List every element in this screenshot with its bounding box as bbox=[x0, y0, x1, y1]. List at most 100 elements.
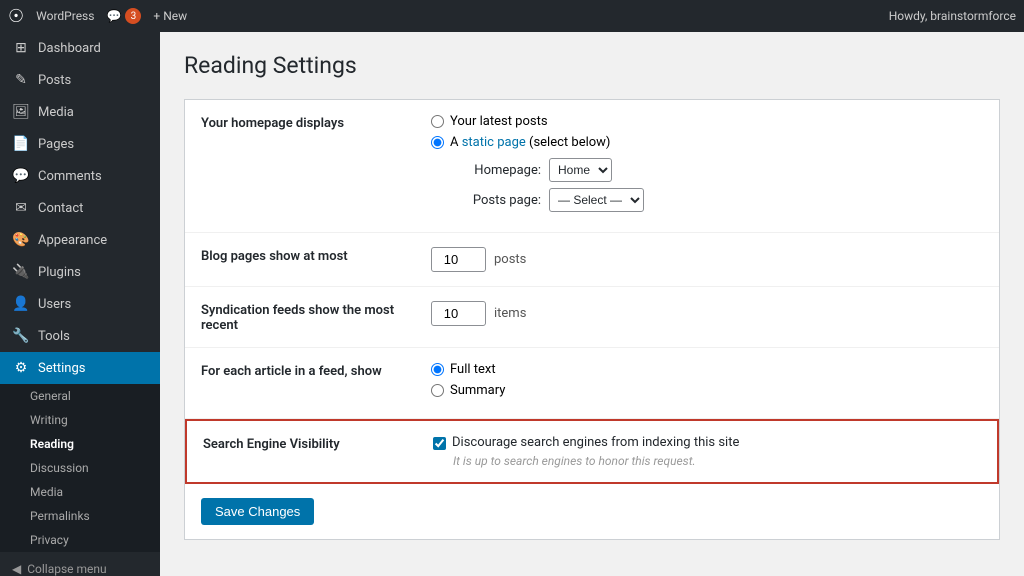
dashboard-icon: ⊞ bbox=[12, 40, 30, 56]
syndication-row: Syndication feeds show the most recent 1… bbox=[185, 287, 999, 348]
sidebar-label-users: Users bbox=[38, 297, 71, 312]
sidebar-item-comments[interactable]: 💬 Comments bbox=[0, 160, 160, 192]
sidebar-item-users[interactable]: 👤 Users bbox=[0, 288, 160, 320]
sidebar-item-plugins[interactable]: 🔌 Plugins bbox=[0, 256, 160, 288]
syndication-control: 10 items bbox=[431, 301, 983, 326]
summary-radio[interactable] bbox=[431, 384, 444, 397]
save-row: Save Changes bbox=[185, 484, 999, 539]
blog-pages-input-group: 10 posts bbox=[431, 247, 983, 272]
sidebar-item-contact[interactable]: ✉ Contact bbox=[0, 192, 160, 224]
sidebar-sub-writing[interactable]: Writing bbox=[0, 408, 160, 432]
feed-article-row: For each article in a feed, show Full te… bbox=[185, 348, 999, 419]
blog-pages-label: Blog pages show at most bbox=[201, 247, 431, 264]
settings-submenu: General Writing Reading Discussion Media… bbox=[0, 384, 160, 552]
full-text-label[interactable]: Full text bbox=[450, 362, 496, 377]
new-content-button[interactable]: + New bbox=[153, 9, 187, 23]
contact-icon: ✉ bbox=[12, 200, 30, 216]
sidebar-item-media[interactable]: 🖼 Media bbox=[0, 96, 160, 128]
sidebar-label-appearance: Appearance bbox=[38, 233, 107, 248]
latest-posts-label[interactable]: Your latest posts bbox=[450, 114, 548, 129]
appearance-icon: 🎨 bbox=[12, 232, 30, 248]
settings-form: Your homepage displays Your latest posts… bbox=[184, 99, 1000, 540]
sidebar-item-appearance[interactable]: 🎨 Appearance bbox=[0, 224, 160, 256]
search-engine-checkbox-group: Discourage search engines from indexing … bbox=[433, 435, 981, 450]
user-greeting: Howdy, brainstormforce bbox=[889, 9, 1016, 23]
blog-pages-row: Blog pages show at most 10 posts bbox=[185, 233, 999, 287]
summary-option: Summary bbox=[431, 383, 983, 398]
sidebar-label-settings: Settings bbox=[38, 361, 85, 376]
sidebar-sub-media[interactable]: Media bbox=[0, 480, 160, 504]
syndication-label: Syndication feeds show the most recent bbox=[201, 301, 431, 333]
search-engine-checkbox-label[interactable]: Discourage search engines from indexing … bbox=[452, 435, 739, 450]
media-icon: 🖼 bbox=[12, 104, 30, 120]
homepage-display-label: Your homepage displays bbox=[201, 114, 431, 131]
sidebar-item-settings[interactable]: ⚙ Settings bbox=[0, 352, 160, 384]
sidebar-item-dashboard[interactable]: ⊞ Dashboard bbox=[0, 32, 160, 64]
settings-icon: ⚙ bbox=[12, 360, 30, 376]
feed-article-control: Full text Summary bbox=[431, 362, 983, 404]
sidebar-label-dashboard: Dashboard bbox=[38, 41, 101, 56]
homepage-display-control: Your latest posts A static page (select … bbox=[431, 114, 983, 218]
search-engine-control: Discourage search engines from indexing … bbox=[433, 435, 981, 468]
homepage-select-label: Homepage: bbox=[451, 163, 541, 178]
homepage-select-row: Homepage: Home bbox=[451, 158, 983, 182]
homepage-display-row: Your homepage displays Your latest posts… bbox=[185, 100, 999, 233]
static-page-link[interactable]: static page bbox=[462, 135, 526, 150]
save-changes-button[interactable]: Save Changes bbox=[201, 498, 314, 525]
feed-article-label: For each article in a feed, show bbox=[201, 362, 431, 379]
users-icon: 👤 bbox=[12, 296, 30, 312]
sidebar: ⊞ Dashboard ✎ Posts 🖼 Media 📄 Pages 💬 Co… bbox=[0, 32, 160, 576]
sidebar-label-pages: Pages bbox=[38, 137, 74, 152]
wp-logo-icon[interactable]: ☉ bbox=[8, 6, 24, 27]
static-page-radio[interactable] bbox=[431, 136, 444, 149]
comment-icon: 💬 bbox=[106, 9, 121, 23]
sidebar-sub-discussion[interactable]: Discussion bbox=[0, 456, 160, 480]
full-text-radio[interactable] bbox=[431, 363, 444, 376]
sidebar-label-posts: Posts bbox=[38, 73, 71, 88]
blog-pages-unit: posts bbox=[494, 252, 526, 267]
blog-pages-control: 10 posts bbox=[431, 247, 983, 272]
search-engine-hint: It is up to search engines to honor this… bbox=[453, 454, 981, 468]
static-page-option: A static page (select below) bbox=[431, 135, 983, 150]
sidebar-sub-reading[interactable]: Reading bbox=[0, 432, 160, 456]
sidebar-label-plugins: Plugins bbox=[38, 265, 81, 280]
summary-label[interactable]: Summary bbox=[450, 383, 505, 398]
sidebar-item-tools[interactable]: 🔧 Tools bbox=[0, 320, 160, 352]
posts-page-select-row: Posts page: — Select — bbox=[451, 188, 983, 212]
page-selectors: Homepage: Home Posts page: — Select — bbox=[451, 158, 983, 212]
main-content: Reading Settings Your homepage displays … bbox=[160, 32, 1024, 576]
comment-count-badge[interactable]: 💬 3 bbox=[106, 8, 141, 24]
full-text-option: Full text bbox=[431, 362, 983, 377]
sidebar-label-comments: Comments bbox=[38, 169, 102, 184]
blog-pages-input[interactable]: 10 bbox=[431, 247, 486, 272]
collapse-menu-button[interactable]: ◀ Collapse menu bbox=[0, 552, 160, 576]
plugins-icon: 🔌 bbox=[12, 264, 30, 280]
sidebar-sub-general[interactable]: General bbox=[0, 384, 160, 408]
sidebar-item-pages[interactable]: 📄 Pages bbox=[0, 128, 160, 160]
search-engine-label: Search Engine Visibility bbox=[203, 435, 433, 452]
sidebar-label-contact: Contact bbox=[38, 201, 83, 216]
homepage-select[interactable]: Home bbox=[549, 158, 612, 182]
site-name[interactable]: WordPress bbox=[36, 9, 94, 23]
sidebar-label-media: Media bbox=[38, 105, 74, 120]
posts-page-select[interactable]: — Select — bbox=[549, 188, 644, 212]
posts-icon: ✎ bbox=[12, 72, 30, 88]
collapse-icon: ◀ bbox=[12, 562, 21, 576]
syndication-unit: items bbox=[494, 306, 526, 321]
sidebar-sub-permalinks[interactable]: Permalinks bbox=[0, 504, 160, 528]
sidebar-sub-privacy[interactable]: Privacy bbox=[0, 528, 160, 552]
posts-page-select-label: Posts page: bbox=[451, 193, 541, 208]
search-engine-checkbox[interactable] bbox=[433, 437, 446, 450]
syndication-input[interactable]: 10 bbox=[431, 301, 486, 326]
page-title: Reading Settings bbox=[184, 52, 1000, 79]
sidebar-label-tools: Tools bbox=[38, 329, 70, 344]
static-page-label: A static page (select below) bbox=[450, 135, 610, 150]
pages-icon: 📄 bbox=[12, 136, 30, 152]
tools-icon: 🔧 bbox=[12, 328, 30, 344]
comments-icon: 💬 bbox=[12, 168, 30, 184]
latest-posts-option: Your latest posts bbox=[431, 114, 983, 129]
search-engine-row: Search Engine Visibility Discourage sear… bbox=[185, 419, 999, 484]
latest-posts-radio[interactable] bbox=[431, 115, 444, 128]
syndication-input-group: 10 items bbox=[431, 301, 983, 326]
sidebar-item-posts[interactable]: ✎ Posts bbox=[0, 64, 160, 96]
